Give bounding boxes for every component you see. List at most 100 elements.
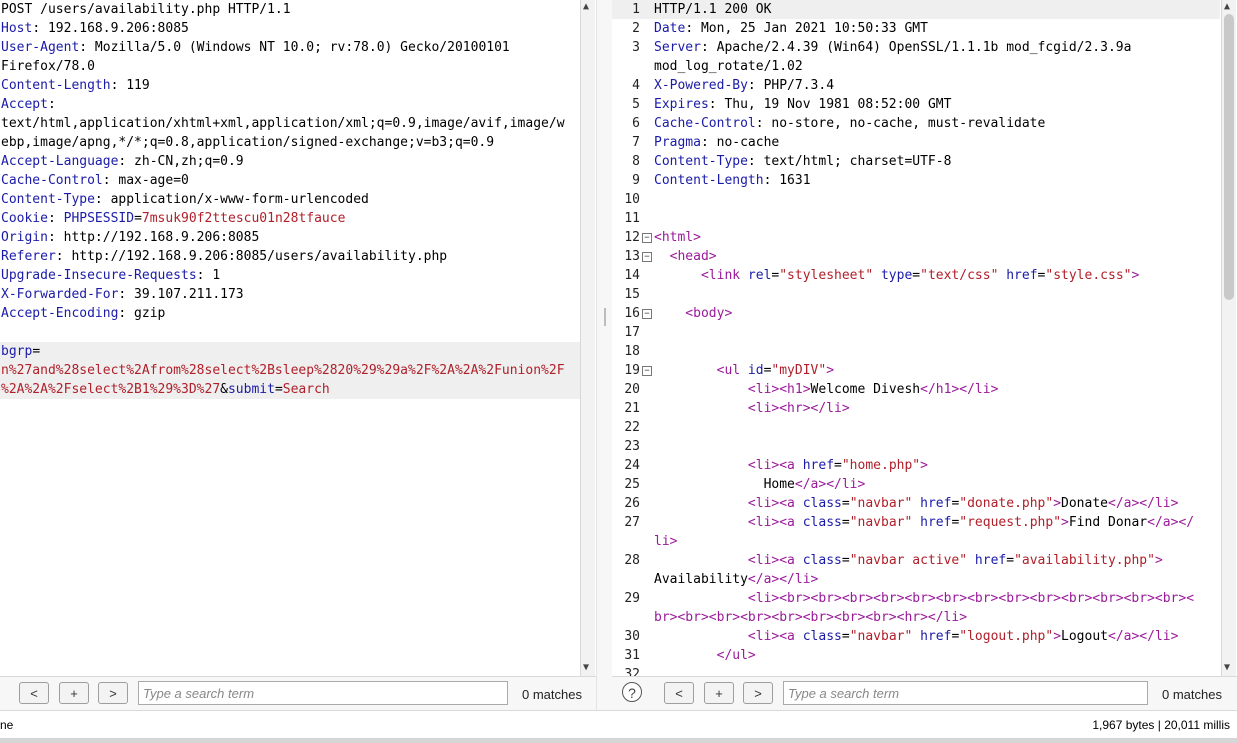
response-code: X-Powered-By: PHP/7.3.4 [654, 76, 834, 95]
fold-toggle-icon[interactable]: − [642, 252, 652, 262]
request-token: : http://192.168.9.206:8085/users/availa… [55, 249, 448, 264]
response-code: <li><a class="navbar active" href="avail… [654, 551, 1163, 570]
response-token: "myDIV" [771, 363, 827, 378]
response-line: 13− <head> [612, 247, 1220, 266]
response-line: 15 [612, 285, 1220, 304]
response-token: mod_log_rotate/1.02 [654, 59, 803, 74]
response-code: <ul id="myDIV"> [654, 361, 834, 380]
response-scrollbar[interactable]: ▲ ▼ [1221, 0, 1236, 676]
line-number: 8 [632, 154, 640, 169]
line-number: 7 [632, 135, 640, 150]
response-line: 12− <html> [612, 228, 1220, 247]
request-line: Accept: [0, 95, 580, 114]
response-token: class [802, 553, 842, 568]
response-line: 30 <li><a class="navbar" href="logout.ph… [612, 627, 1220, 646]
response-token: "text/css" [920, 268, 999, 283]
response-token: <li><hr></li> [654, 401, 850, 416]
scroll-up-icon[interactable]: ▲ [1224, 1, 1230, 13]
response-code: <body> [654, 304, 732, 323]
request-scrollbar[interactable]: ▲ ▼ [580, 0, 595, 676]
request-token: Cookie [1, 211, 48, 226]
response-size-timing: 1,967 bytes | 20,011 millis [1092, 718, 1230, 732]
request-line: Upgrade-Insecure-Requests: 1 [0, 266, 580, 285]
response-token: > [1053, 629, 1062, 644]
response-line: 25 Home</a></li> [612, 475, 1220, 494]
request-token: Accept [1, 97, 48, 112]
response-code: Content-Type: text/html; charset=UTF-8 [654, 152, 951, 171]
response-token [912, 496, 920, 511]
response-editor[interactable]: 1 HTTP/1.1 200 OK 2 Date: Mon, 25 Jan 2021 … [612, 0, 1220, 676]
response-token: = [1006, 553, 1015, 568]
request-token: Content-Type [1, 192, 95, 207]
response-token [912, 629, 920, 644]
next-match-button[interactable]: > [98, 682, 128, 704]
request-editor[interactable]: POST /users/availability.php HTTP/1.1 Hos… [0, 0, 580, 676]
request-token: n%27and%28select%2Afrom%28select%2Bsleep… [1, 363, 565, 378]
request-token: : 39.107.211.173 [118, 287, 244, 302]
scroll-up-icon[interactable]: ▲ [583, 1, 589, 13]
response-token: "stylesheet" [779, 268, 874, 283]
scrollbar-thumb[interactable] [1224, 14, 1234, 300]
request-token: submit [227, 382, 275, 397]
response-token: <li><a [654, 553, 803, 568]
help-icon[interactable]: ? [622, 682, 642, 702]
line-number: 25 [624, 477, 640, 492]
request-token: 7msuk90f2ttescu01n28tfauce [141, 211, 346, 226]
line-number: 2 [632, 21, 640, 36]
line-number: 9 [632, 173, 640, 188]
request-line: Host: 192.168.9.206:8085 [0, 19, 580, 38]
line-number: 20 [624, 382, 640, 397]
scroll-down-icon[interactable]: ▼ [583, 662, 589, 674]
line-number: 23 [624, 439, 640, 454]
response-token [873, 268, 881, 283]
response-token: class [802, 515, 842, 530]
response-code: mod_log_rotate/1.02 [654, 57, 803, 76]
response-search-input[interactable] [783, 681, 1148, 705]
splitter-grip[interactable] [604, 308, 606, 326]
response-code: <li><br><br><br><br><br><br><br><br><br>… [654, 589, 1194, 608]
line-number: 14 [624, 268, 640, 283]
response-code: <head> [654, 247, 717, 266]
response-token: = [841, 629, 850, 644]
request-token: Cache-Control [1, 173, 103, 188]
request-token: : 192.168.9.206:8085 [32, 21, 189, 36]
line-number: 24 [624, 458, 640, 473]
request-line: Referer: http://192.168.9.206:8085/users… [0, 247, 580, 266]
response-token: </a></li> [794, 477, 866, 492]
request-token: = [32, 344, 41, 359]
previous-match-button[interactable]: < [664, 682, 694, 704]
fold-toggle-icon[interactable]: − [642, 233, 652, 243]
response-token: "navbar" [849, 496, 913, 511]
request-token: text/html,application/xhtml+xml,applicat… [1, 116, 565, 131]
request-line: Origin: http://192.168.9.206:8085 [0, 228, 580, 247]
response-line: 29 <li><br><br><br><br><br><br><br><br><… [612, 589, 1220, 608]
response-token: href [1006, 268, 1038, 283]
response-code: <li><a class="navbar" href="request.php"… [654, 513, 1194, 532]
add-button[interactable]: + [59, 682, 89, 704]
response-token: rel [747, 268, 772, 283]
response-token [967, 553, 975, 568]
request-line: Accept-Encoding: gzip [0, 304, 580, 323]
request-token: Search [282, 382, 330, 397]
request-search-input[interactable] [138, 681, 508, 705]
scroll-down-icon[interactable]: ▼ [1224, 662, 1230, 674]
request-token: : Mozilla/5.0 (Windows NT 10.0; rv:78.0)… [79, 40, 510, 55]
response-token: : text/html; charset=UTF-8 [747, 154, 952, 169]
response-token: > [1061, 515, 1069, 530]
request-token: ebp,image/apng,*/*;q=0.8,application/sig… [1, 135, 495, 150]
line-number: 18 [624, 344, 640, 359]
response-code: <link rel="stylesheet" type="text/css" h… [654, 266, 1139, 285]
fold-toggle-icon[interactable]: − [642, 366, 652, 376]
fold-toggle-icon[interactable]: − [642, 309, 652, 319]
response-line: 17 [612, 323, 1220, 342]
response-line: 3 Server: Apache/2.4.39 (Win64) OpenSSL/1… [612, 38, 1220, 57]
response-line: mod_log_rotate/1.02 [612, 57, 1220, 76]
previous-match-button[interactable]: < [19, 682, 49, 704]
next-match-button[interactable]: > [743, 682, 773, 704]
line-number: 22 [624, 420, 640, 435]
add-button[interactable]: + [704, 682, 734, 704]
response-line: 8 Content-Type: text/html; charset=UTF-8 [612, 152, 1220, 171]
response-token: : Thu, 19 Nov 1981 08:52:00 GMT [708, 97, 952, 112]
request-line: User-Agent: Mozilla/5.0 (Windows NT 10.0… [0, 38, 580, 57]
response-token: Donate [1061, 496, 1108, 511]
